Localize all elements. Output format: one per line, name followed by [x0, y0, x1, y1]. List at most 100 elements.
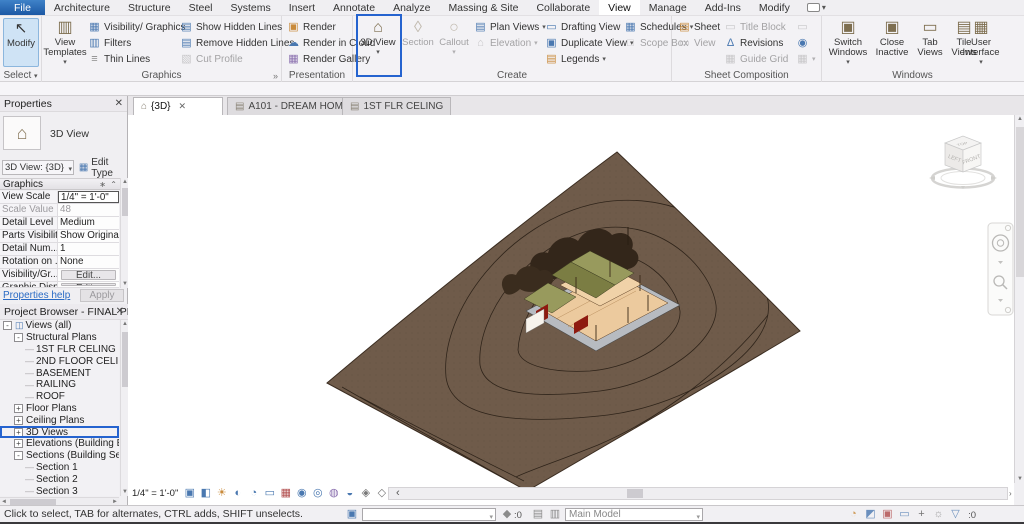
expand-icon[interactable]: +: [14, 416, 23, 425]
design-options-icon[interactable]: ▥: [548, 508, 562, 521]
ribbon-tab-modify[interactable]: Modify: [750, 0, 799, 15]
tree-horizontal-scrollbar[interactable]: ◄ ►: [0, 497, 119, 505]
navigation-bar[interactable]: [988, 223, 1013, 315]
pin-icon[interactable]: ∗: [99, 179, 106, 190]
view-tab-2[interactable]: ▤A101 - DREAM HOME: [227, 97, 358, 115]
expand-icon[interactable]: +: [14, 428, 23, 437]
quick-view-dropdown[interactable]: ▾: [799, 0, 834, 15]
cut-profile-button[interactable]: ▧Cut Profile: [180, 51, 243, 67]
drag-elements-icon[interactable]: +: [915, 508, 928, 521]
type-preview[interactable]: ⌂: [3, 116, 41, 150]
callout-button[interactable]: ○ Callout ▾: [436, 18, 472, 68]
locked-3d-view-icon[interactable]: ◉: [295, 487, 308, 500]
user-interface-button[interactable]: ▦User Interface▾: [962, 18, 1000, 68]
view-scale-button[interactable]: 1/4" = 1'-0": [132, 488, 178, 499]
property-value[interactable]: Edit...: [61, 283, 116, 286]
tree-item-railing[interactable]: —RAILING: [0, 379, 119, 391]
property-value[interactable]: None: [58, 256, 119, 268]
horizontal-scrollbar[interactable]: [388, 487, 1008, 500]
pscroll-down-arrow[interactable]: ▼: [121, 281, 129, 287]
pscroll-thumb[interactable]: [122, 188, 128, 216]
panel-label-windows[interactable]: Windows: [822, 69, 1003, 82]
project-browser-close-icon[interactable]: ✕: [116, 304, 124, 320]
tree-item-2nd-floor-celing[interactable]: —2ND FLOOR CELING: [0, 355, 119, 367]
sheet-tool-button-3[interactable]: ▦▾: [796, 51, 816, 67]
close-inactive-button[interactable]: ▣Close Inactive: [872, 18, 912, 68]
ribbon-tab-analyze[interactable]: Analyze: [384, 0, 439, 15]
ribbon-tab-add-ins[interactable]: Add-Ins: [696, 0, 750, 15]
tscroll-up-arrow[interactable]: ▲: [121, 321, 129, 327]
property-value[interactable]: Edit...: [61, 270, 116, 280]
tab-views-button[interactable]: ▭Tab Views: [914, 18, 946, 68]
tscroll-down-arrow[interactable]: ▼: [121, 489, 129, 495]
visual-style-icon[interactable]: ◧: [199, 487, 212, 500]
plan-views-button[interactable]: ▤Plan Views▾: [474, 19, 546, 35]
hscroll-thumb[interactable]: [627, 489, 643, 498]
property-value[interactable]: Show Original: [58, 230, 119, 242]
temporary-view-properties-icon[interactable]: ◒: [343, 487, 356, 500]
collapse-icon[interactable]: -: [3, 321, 12, 330]
tree-item-section-2[interactable]: —Section 2: [0, 473, 119, 485]
collapse-icon[interactable]: -: [14, 333, 23, 342]
tree-item-roof[interactable]: —ROOF: [0, 391, 119, 403]
elevation-button[interactable]: ⌂Elevation▾: [474, 35, 538, 51]
ribbon-tab-manage[interactable]: Manage: [640, 0, 696, 15]
sheet-issues-button[interactable]: ◉: [796, 35, 809, 51]
graphics-section-header[interactable]: Graphics ∗ ⌃: [0, 178, 120, 190]
shadows-icon[interactable]: ◐: [231, 487, 244, 500]
viewbar-collapse-arrow[interactable]: ‹: [391, 487, 404, 500]
tree-vertical-scrollbar[interactable]: ▲ ▼: [120, 320, 128, 496]
properties-help-link[interactable]: Properties help: [3, 290, 70, 301]
panel-label-create[interactable]: Create: [353, 69, 671, 82]
section-button[interactable]: ◊ Section: [400, 18, 436, 68]
tree-item-section-3[interactable]: —Section 3: [0, 485, 119, 496]
switch-windows-button[interactable]: ▣Switch Windows▾: [828, 18, 868, 68]
panel-label-graphics[interactable]: Graphics: [42, 69, 281, 82]
modify-button[interactable]: ↖ Modify: [3, 18, 39, 67]
collapse-icon[interactable]: -: [14, 451, 23, 460]
tree-item-elevations-building-elev-[interactable]: +Elevations (Building Elev.: [0, 438, 119, 450]
sheet-tool-button-1[interactable]: ▭: [796, 19, 809, 35]
vscroll-thumb[interactable]: [1016, 127, 1024, 277]
settings-icon[interactable]: ☼: [932, 508, 945, 521]
rendering-dialog-icon[interactable]: ◔: [247, 487, 260, 500]
expand-icon[interactable]: +: [14, 404, 23, 413]
tree-item-basement[interactable]: —BASEMENT: [0, 367, 119, 379]
type-selector-dropdown[interactable]: 3D View: {3D}▾: [2, 160, 74, 175]
close-icon[interactable]: ✕: [179, 101, 187, 112]
reveal-hidden-elements-icon[interactable]: ◍: [327, 487, 340, 500]
tree-item-sections-building-sectio[interactable]: -Sections (Building Sectio: [0, 450, 119, 462]
worksharing-display-icon[interactable]: ◔: [847, 508, 860, 521]
tree-item-structural-plans[interactable]: -Structural Plans: [0, 332, 119, 344]
ribbon-tab-insert[interactable]: Insert: [280, 0, 324, 15]
title-block-button[interactable]: ▭Title Block: [724, 19, 786, 35]
graphics-dialog-launcher-icon[interactable]: »: [273, 71, 278, 81]
project-browser-title-bar[interactable]: Project Browser - FINAL PROJE... ✕: [0, 304, 128, 320]
viewcube[interactable]: TOP LEFT FRONT: [929, 136, 997, 189]
property-value[interactable]: 1: [58, 243, 119, 255]
ribbon-tab-collaborate[interactable]: Collaborate: [527, 0, 599, 15]
worksets-icon[interactable]: ▣: [345, 508, 359, 521]
tree-item-views-all-[interactable]: -◫Views (all): [0, 320, 119, 332]
sun-path-icon[interactable]: ☀: [215, 487, 228, 500]
panel-label-select[interactable]: Select ▾: [0, 69, 41, 82]
tree-item-floor-plans[interactable]: +Floor Plans: [0, 403, 119, 415]
3d-view-button[interactable]: ⌂ 3D View ▾: [360, 18, 396, 68]
ribbon-tab-systems[interactable]: Systems: [222, 0, 280, 15]
property-value[interactable]: 48: [58, 204, 119, 216]
legends-button[interactable]: ▤Legends▾: [545, 51, 606, 67]
design-option-dropdown[interactable]: Main Model▾: [565, 508, 703, 521]
show-hidden-lines-button[interactable]: ▤Show Hidden Lines: [180, 19, 282, 35]
property-value[interactable]: 1/4" = 1'-0": [58, 191, 119, 203]
detail-level-icon[interactable]: ▣: [183, 487, 196, 500]
revisions-button[interactable]: ΔRevisions: [724, 35, 783, 51]
reload-latest-icon[interactable]: ▣: [881, 508, 894, 521]
filter-icon[interactable]: ▽: [949, 508, 962, 521]
tree-item-section-1[interactable]: —Section 1: [0, 462, 119, 474]
editable-only-icon[interactable]: ◩: [864, 508, 877, 521]
properties-close-icon[interactable]: ✕: [115, 96, 123, 112]
drawing-area[interactable]: TOP LEFT FRONT: [128, 115, 1014, 505]
tree-item-ceiling-plans[interactable]: +Ceiling Plans: [0, 414, 119, 426]
vscroll-down-arrow[interactable]: ▼: [1015, 476, 1024, 482]
hscroll-right-arrow[interactable]: ›: [1009, 489, 1012, 498]
